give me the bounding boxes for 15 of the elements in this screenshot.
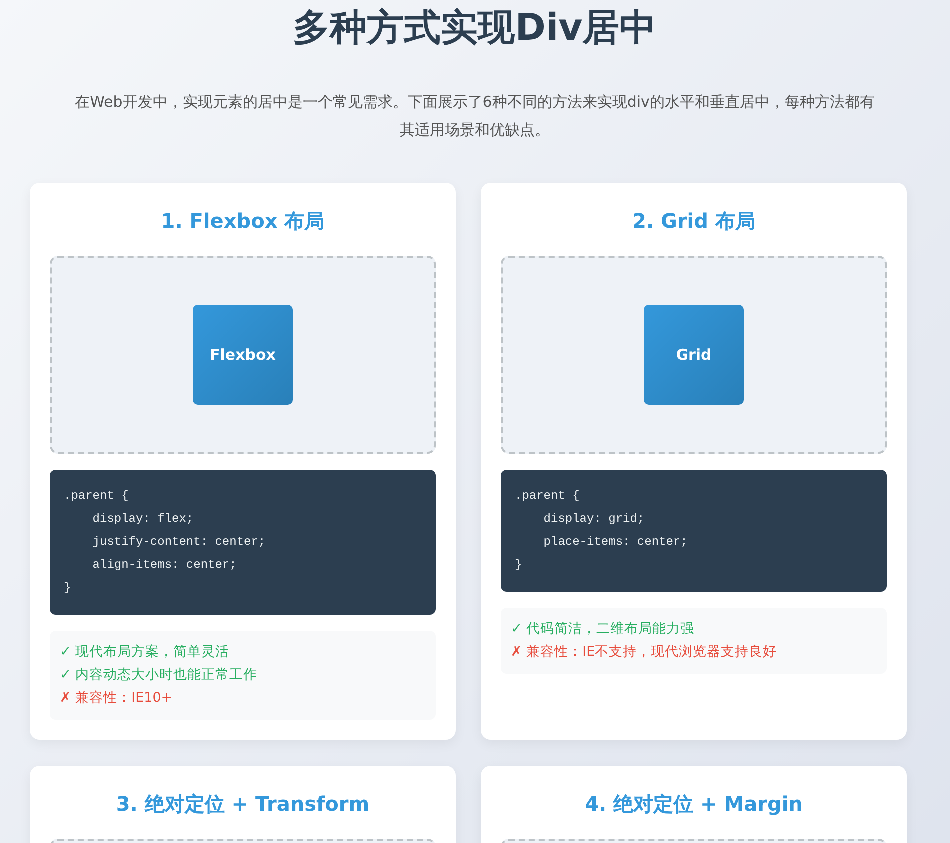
code-block: .parent { display: flex; justify-content: center; align-items: center; } bbox=[50, 470, 436, 615]
card-title: 2. Grid 布局 bbox=[632, 208, 756, 235]
advantage-note: ✓ 代码简洁，二维布局能力强 bbox=[511, 620, 696, 639]
intro-paragraph: 在Web开发中，实现元素的居中是一个常见需求。下面展示了6种不同的方法来实现div的水平和垂直居中，每种方法都有其适用场景和优缺点。 bbox=[75, 92, 875, 141]
centered-box: Flexbox bbox=[193, 305, 293, 405]
advantage-note: ✓ 现代布局方案，简单灵活 bbox=[60, 643, 231, 662]
card-title: 3. 绝对定位 + Transform bbox=[115, 791, 371, 818]
card-title: 1. Flexbox 布局 bbox=[160, 208, 326, 235]
page-title: 多种方式实现Div居中 bbox=[292, 5, 658, 51]
card-title: 4. 绝对定位 + Margin bbox=[584, 791, 804, 818]
code-block: .parent { display: grid; place-items: center; } bbox=[501, 470, 887, 592]
advantage-note: ✓ 内容动态大小时也能正常工作 bbox=[60, 666, 259, 685]
drawback-note: ✗ 兼容性：IE不支持，现代浏览器支持良好 bbox=[511, 643, 778, 662]
centered-box: Grid bbox=[644, 305, 744, 405]
drawback-note: ✗ 兼容性：IE10+ bbox=[60, 689, 174, 708]
